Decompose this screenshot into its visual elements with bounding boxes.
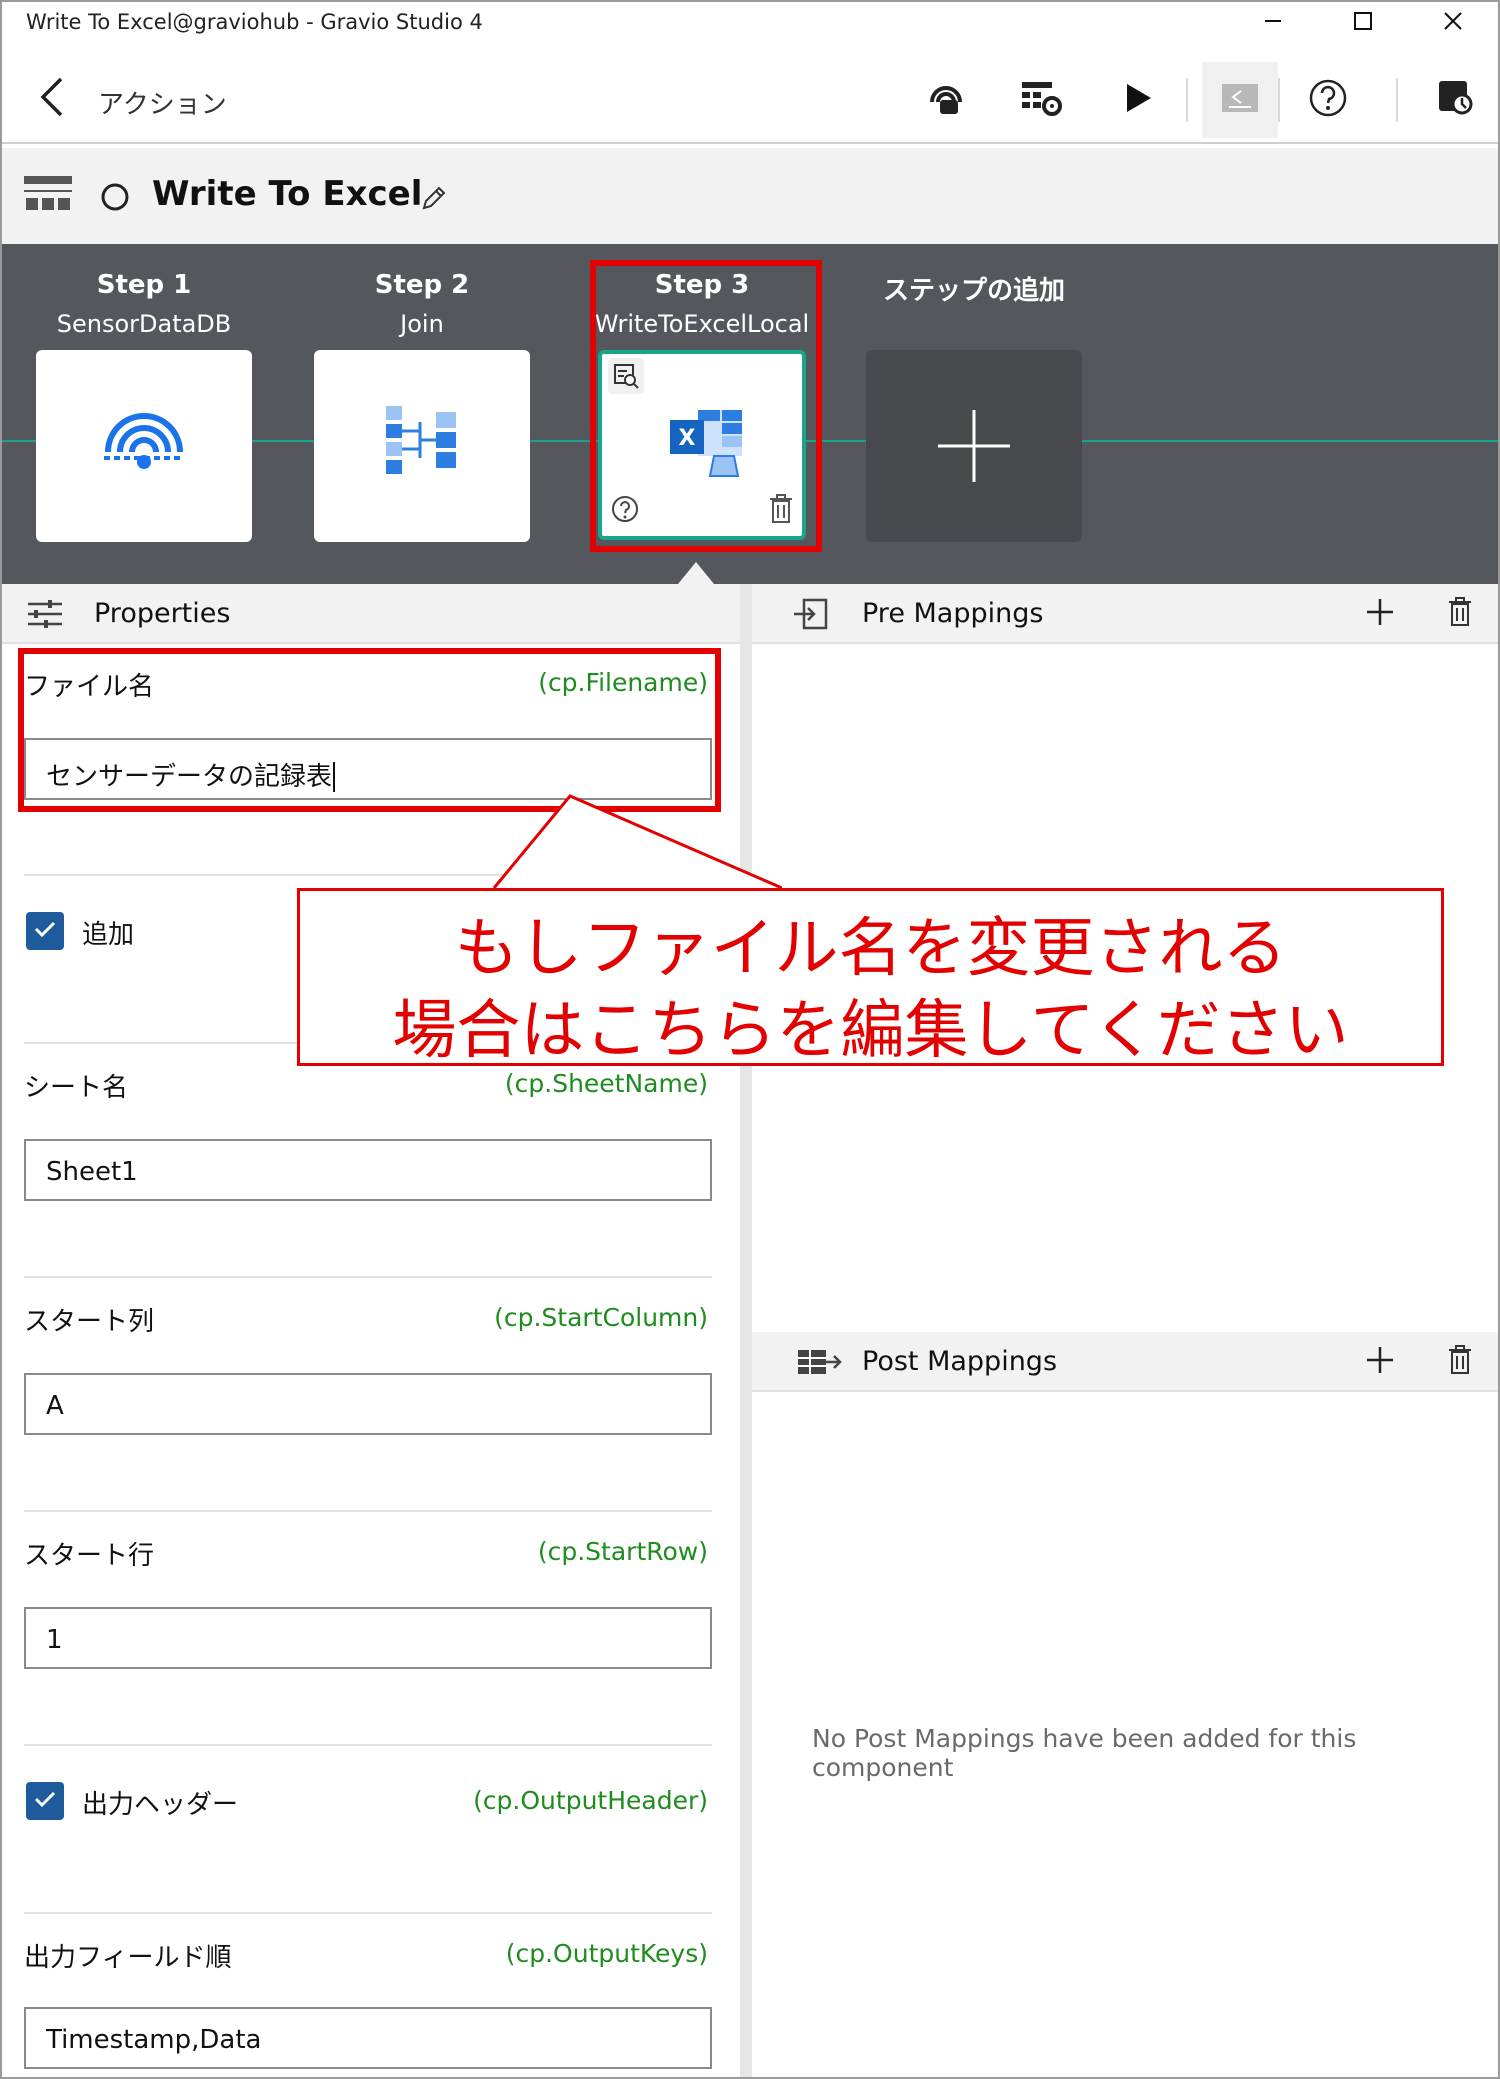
field-divider — [24, 1276, 712, 1278]
sheet-value: Sheet1 — [46, 1157, 138, 1187]
start-column-cp: (cp.StartColumn) — [494, 1303, 708, 1332]
terminal-icon — [1221, 83, 1259, 117]
start-row-input[interactable]: 1 — [24, 1607, 712, 1669]
post-mappings-empty-message: No Post Mappings have been added for thi… — [812, 1724, 1357, 1782]
hub-sensor-icon — [926, 78, 966, 122]
post-mapping-icon — [796, 1346, 842, 1382]
append-label: 追加 — [82, 920, 135, 950]
add-post-mapping-button[interactable] — [1360, 1342, 1400, 1382]
edit-name-icon[interactable] — [420, 184, 448, 216]
toolbar-divider — [1278, 78, 1280, 122]
start-column-value: A — [46, 1391, 64, 1421]
delete-pre-mapping-button[interactable] — [1440, 594, 1480, 634]
maximize-icon — [1353, 8, 1373, 38]
trash-icon — [1447, 1345, 1473, 1379]
title-bar: Write To Excel@graviohub - Gravio Studio… — [2, 2, 1498, 44]
action-settings-icon — [1020, 78, 1064, 122]
output-keys-input[interactable]: Timestamp,Data — [24, 2007, 712, 2069]
sync-icon — [1436, 78, 1476, 122]
sync-button[interactable] — [1426, 70, 1486, 130]
pre-mapping-icon — [792, 598, 828, 634]
close-button[interactable] — [1408, 2, 1498, 44]
callout-line-2: 場合はこちらを編集してください — [392, 994, 1349, 1068]
post-mappings-header: Post Mappings — [752, 1332, 1498, 1392]
start-row-label: スタート行 — [24, 1541, 155, 1571]
action-name: Write To Excel — [152, 174, 423, 214]
checkmark-icon — [33, 919, 57, 943]
output-keys-cp: (cp.OutputKeys) — [505, 1939, 708, 1968]
pre-mappings-title: Pre Mappings — [862, 598, 1044, 629]
properties-icon — [26, 598, 64, 634]
step-card[interactable] — [36, 350, 252, 542]
toolbar-divider — [1396, 78, 1398, 122]
start-row-value: 1 — [46, 1625, 63, 1655]
step-title: Step 1 — [96, 270, 192, 300]
field-divider — [24, 1744, 712, 1746]
terminal-button[interactable] — [1202, 62, 1278, 138]
page-title: アクション — [98, 90, 227, 120]
sheet-input[interactable]: Sheet1 — [24, 1139, 712, 1201]
add-pre-mapping-button[interactable] — [1360, 594, 1400, 634]
step-title: Step 2 — [374, 270, 470, 300]
start-row-cp: (cp.StartRow) — [537, 1537, 708, 1566]
plus-icon — [1365, 597, 1395, 631]
app-window: Write To Excel@graviohub - Gravio Studio… — [0, 0, 1500, 2079]
start-column-input[interactable]: A — [24, 1373, 712, 1435]
checkmark-icon — [33, 1789, 57, 1813]
hub-sensor-button[interactable] — [916, 70, 976, 130]
sensor-data-icon — [100, 402, 188, 494]
plus-icon — [1365, 1345, 1395, 1379]
callout-line-1: もしファイル名を変更される — [454, 912, 1287, 986]
selected-step-pointer — [678, 562, 714, 584]
play-icon — [1123, 82, 1153, 118]
maximize-button[interactable] — [1318, 2, 1408, 44]
back-button[interactable] — [30, 74, 74, 124]
close-icon — [1443, 8, 1463, 38]
back-chevron-icon — [39, 75, 65, 123]
output-keys-label: 出力フィールド順 — [24, 1943, 232, 1973]
properties-header: Properties — [2, 584, 740, 644]
output-keys-value: Timestamp,Data — [46, 2025, 262, 2055]
append-checkbox[interactable] — [26, 912, 64, 950]
post-mappings-title: Post Mappings — [862, 1346, 1058, 1377]
help-button[interactable] — [1298, 70, 1358, 130]
step-name: SensorDataDB — [56, 310, 232, 338]
pre-mappings-header: Pre Mappings — [752, 584, 1498, 644]
callout-tail — [492, 794, 782, 890]
minimize-button[interactable] — [1228, 2, 1318, 44]
output-header-cp: (cp.OutputHeader) — [473, 1786, 708, 1815]
status-circle-icon — [100, 182, 130, 216]
app-toolbar: アクション — [2, 54, 1498, 144]
layout-toggle-icon[interactable] — [24, 176, 72, 220]
output-header-label: 出力ヘッダー — [82, 1790, 239, 1820]
add-step-card[interactable] — [866, 350, 1082, 542]
action-header: Write To Excel — [2, 148, 1498, 244]
filename-highlight-box — [18, 648, 721, 812]
action-settings-button[interactable] — [1012, 70, 1072, 130]
toolbar-divider — [1186, 78, 1188, 122]
step-card[interactable] — [314, 350, 530, 542]
minimize-icon — [1263, 8, 1283, 38]
window-title: Write To Excel@graviohub - Gravio Studio… — [26, 10, 483, 34]
join-icon — [380, 402, 464, 486]
sheet-cp: (cp.SheetName) — [504, 1069, 708, 1098]
step3-highlight-box — [590, 260, 822, 552]
trash-icon — [1447, 597, 1473, 631]
step-name: Join — [400, 310, 444, 338]
plus-icon — [934, 406, 1014, 490]
field-divider — [24, 1912, 712, 1914]
run-button[interactable] — [1108, 70, 1168, 130]
properties-title: Properties — [94, 598, 231, 629]
add-step-label: ステップの追加 — [882, 276, 1065, 306]
help-icon — [1308, 78, 1348, 122]
annotation-callout: もしファイル名を変更される 場合はこちらを編集してください — [297, 888, 1444, 1068]
output-header-checkbox[interactable] — [26, 1782, 64, 1820]
delete-post-mapping-button[interactable] — [1440, 1342, 1480, 1382]
sheet-label: シート名 — [24, 1073, 129, 1103]
start-column-label: スタート列 — [24, 1307, 155, 1337]
field-divider — [24, 1510, 712, 1512]
